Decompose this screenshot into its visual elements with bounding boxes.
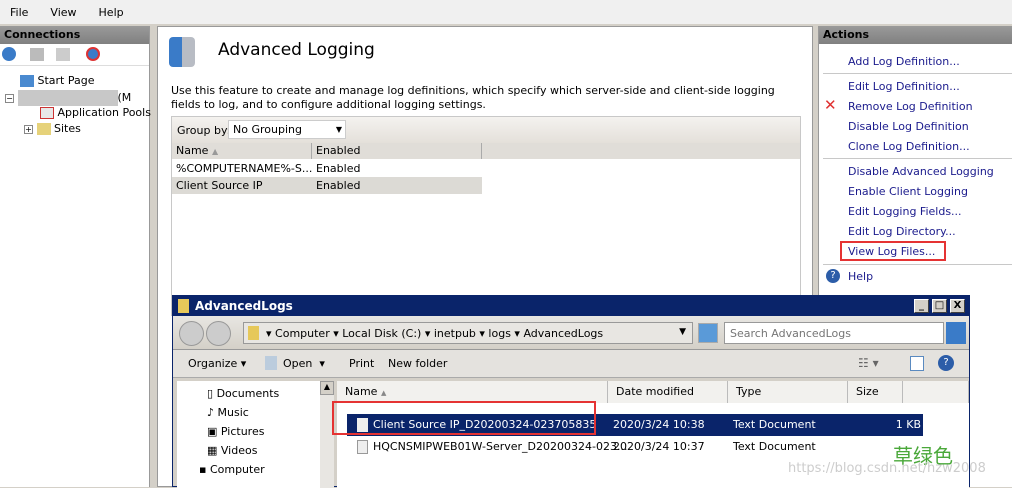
menu-file[interactable]: File (10, 6, 28, 19)
nav-documents[interactable]: ▯ Documents (207, 387, 279, 400)
watermark-url: https://blog.csdn.net/hzw2008 (788, 461, 986, 476)
menu-bar: File View Help (0, 0, 1012, 24)
chevron-down-icon: ▼ (335, 125, 342, 134)
collapse-icon[interactable]: − (5, 94, 14, 103)
folder-icon (178, 299, 189, 313)
sort-asc-icon: ▲ (380, 389, 387, 397)
nav-computer[interactable]: ▪ Computer (199, 463, 265, 476)
connections-title: Connections (0, 26, 149, 44)
explorer-toolbar: Organize ▾ Open ▾ Print New folder ☷ ▾ ? (173, 350, 969, 378)
text-file-icon (357, 440, 368, 454)
expand-icon[interactable]: + (24, 125, 33, 134)
blurred-server-name (17, 90, 118, 106)
group-by-select[interactable]: No Grouping ▼ (228, 120, 346, 139)
column-size[interactable]: Size (848, 381, 903, 403)
remove-x-icon: ✕ (824, 96, 837, 114)
tree-start-page[interactable]: Start Page (20, 74, 95, 87)
address-bar-row: ▾ Computer ▾ Local Disk (C:) ▾ inetpub ▾… (173, 316, 969, 350)
tree-server[interactable]: − (M (5, 90, 131, 106)
feature-description: Use this feature to create and manage lo… (171, 84, 775, 111)
sites-icon (36, 123, 51, 135)
close-button[interactable]: X (950, 299, 965, 313)
nav-music[interactable]: ♪ Music (207, 406, 249, 419)
action-edit-log-definition[interactable]: Edit Log Definition... (848, 80, 960, 93)
start-page-icon (20, 75, 34, 87)
views-icon[interactable]: ☷ ▾ (858, 356, 879, 370)
print-button[interactable]: Print (349, 357, 374, 370)
nav-pictures[interactable]: ▣ Pictures (207, 425, 264, 438)
tree-sites[interactable]: + Sites (24, 122, 81, 135)
action-disable-log-definition[interactable]: Disable Log Definition (848, 120, 969, 133)
sort-asc-icon: ▲ (211, 147, 219, 156)
page-title: Advanced Logging (218, 40, 375, 60)
open-button[interactable]: Open ▾ (283, 357, 325, 370)
connect-icon[interactable] (2, 47, 16, 61)
action-edit-log-directory[interactable]: Edit Log Directory... (848, 225, 956, 238)
highlight-box (332, 401, 596, 435)
action-add-log-definition[interactable]: Add Log Definition... (848, 55, 960, 68)
organize-button[interactable]: Organize ▾ (188, 357, 246, 370)
search-input[interactable] (724, 322, 944, 344)
help-icon: ? (826, 269, 840, 283)
advanced-logging-icon (169, 37, 195, 67)
open-icon (265, 356, 277, 370)
new-folder-button[interactable]: New folder (388, 357, 447, 370)
tree-application-pools[interactable]: Application Pools (40, 106, 151, 119)
action-remove-log-definition[interactable]: Remove Log Definition (848, 100, 973, 113)
column-type[interactable]: Type (728, 381, 848, 403)
address-dropdown-icon[interactable]: ▼ (679, 327, 686, 337)
address-bar[interactable]: ▾ Computer ▾ Local Disk (C:) ▾ inetpub ▾… (243, 322, 693, 344)
maximize-button[interactable]: □ (932, 299, 947, 313)
connections-toolbar (0, 44, 149, 66)
search-icon[interactable] (946, 322, 966, 344)
explorer-title-bar: AdvancedLogs _ □ X (173, 296, 969, 316)
navigation-pane: ▯ Documents ♪ Music ▣ Pictures ▦ Videos … (177, 381, 334, 488)
actions-title: Actions (819, 26, 1012, 44)
action-enable-client-logging[interactable]: Enable Client Logging (848, 185, 968, 198)
column-enabled[interactable]: Enabled (312, 143, 482, 159)
column-name[interactable]: Name ▲ (172, 143, 312, 159)
action-help[interactable]: Help (848, 270, 873, 283)
action-disable-advanced-logging[interactable]: Disable Advanced Logging (848, 165, 994, 178)
group-by-bar: Group by: No Grouping ▼ (172, 117, 800, 143)
forward-button[interactable] (206, 321, 231, 346)
nav-videos[interactable]: ▦ Videos (207, 444, 257, 457)
breadcrumb: ▾ Computer ▾ Local Disk (C:) ▾ inetpub ▾… (266, 327, 604, 340)
disconnect-icon[interactable] (86, 47, 100, 61)
action-clone-log-definition[interactable]: Clone Log Definition... (848, 140, 970, 153)
app-pools-icon (40, 107, 54, 119)
connections-panel: Connections Start Page − (M Application … (0, 26, 151, 487)
save-icon[interactable] (30, 48, 44, 61)
preview-pane-icon[interactable] (910, 356, 924, 371)
menu-view[interactable]: View (50, 6, 76, 19)
explorer-window: AdvancedLogs _ □ X ▾ Computer ▾ Local Di… (172, 295, 970, 488)
help-icon[interactable]: ? (938, 355, 954, 371)
column-date-modified[interactable]: Date modified (608, 381, 728, 403)
menu-help[interactable]: Help (99, 6, 124, 19)
back-button[interactable] (179, 321, 204, 346)
table-row[interactable]: %COMPUTERNAME%-S... Enabled (172, 160, 482, 177)
table-row-selected[interactable]: Client Source IP Enabled (172, 177, 482, 194)
column-name[interactable]: Name ▲ (337, 381, 608, 403)
group-by-label: Group by: (177, 124, 231, 137)
up-icon[interactable] (56, 48, 70, 61)
highlight-box (840, 241, 946, 261)
log-definitions-list: Group by: No Grouping ▼ Name ▲ Enabled %C… (171, 116, 801, 316)
refresh-icon[interactable] (698, 323, 718, 343)
file-row[interactable]: HQCNSMIPWEB01W-Server_D20200324-023... 2… (347, 436, 923, 458)
minimize-button[interactable]: _ (914, 299, 929, 313)
action-edit-logging-fields[interactable]: Edit Logging Fields... (848, 205, 962, 218)
folder-icon (248, 326, 259, 340)
